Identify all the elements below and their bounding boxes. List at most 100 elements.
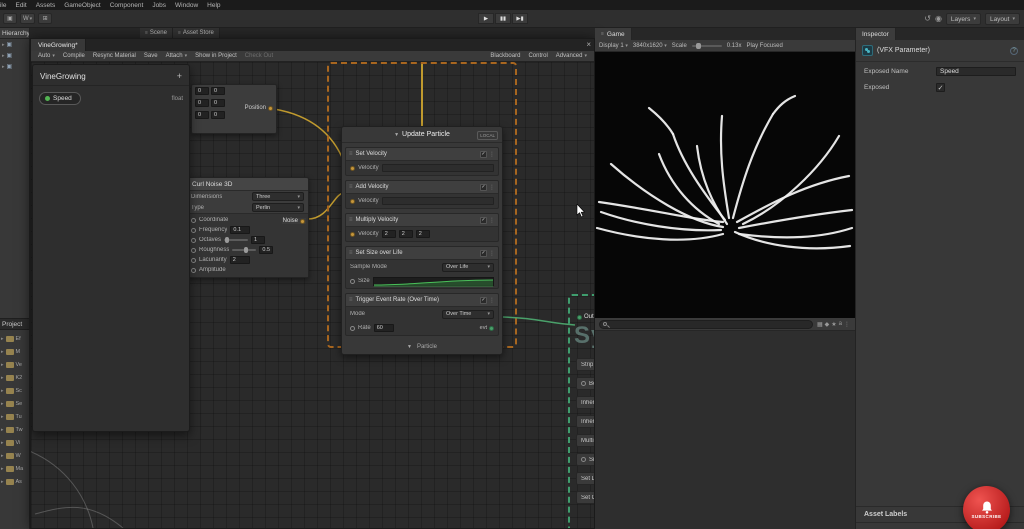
hierarchy-item[interactable]: ▸▣ <box>0 39 29 50</box>
display-dropdown[interactable]: Display 1 ▾ <box>599 43 628 49</box>
particle-flow-anchor[interactable]: ▼ Particle <box>342 340 502 354</box>
slider-roughness[interactable] <box>232 249 256 251</box>
close-icon[interactable]: × <box>586 40 591 49</box>
number-field[interactable]: 2 <box>416 230 430 238</box>
vfx-block-set-velocity[interactable]: ≡Set Velocity✓⋮Velocity <box>345 147 499 176</box>
vfx-block-add-velocity[interactable]: ≡Add Velocity✓⋮Velocity <box>345 180 499 209</box>
play-button[interactable]: ▶ <box>478 13 494 24</box>
browser-icon-1[interactable]: ◆ <box>824 321 831 328</box>
step-button[interactable]: ▶▮ <box>512 13 528 24</box>
project-folder[interactable]: ▸Ma <box>0 462 29 475</box>
input-port-icon[interactable] <box>350 279 355 284</box>
block-header[interactable]: ≡Multiply Velocity✓⋮ <box>346 214 498 227</box>
output-context-flow-port[interactable]: Out <box>577 314 594 320</box>
vfx-toolbar-blackboard[interactable]: Blackboard <box>486 51 524 62</box>
tab-asset-store[interactable]: ≡Asset Store <box>173 28 220 38</box>
play-mode-dropdown[interactable]: Play Focused <box>746 43 782 49</box>
hand-tool-button[interactable]: ▣ <box>3 13 17 24</box>
block-enabled-checkbox[interactable]: ✓ <box>480 297 487 304</box>
position-output-port[interactable]: Position <box>245 105 273 111</box>
more-icon[interactable]: ⋮ <box>489 297 495 304</box>
exposed-name-input[interactable]: Speed <box>936 67 1016 76</box>
vfx-toolbar-advanced[interactable]: Advanced▾ <box>552 51 591 62</box>
block-row[interactable]: Inherit So <box>576 415 595 428</box>
tab-hierarchy[interactable]: Hierarchy <box>0 28 29 39</box>
number-field[interactable]: 0 <box>211 99 225 107</box>
project-folder[interactable]: ▸As <box>0 475 29 488</box>
input-port-icon[interactable] <box>191 248 196 253</box>
browser-icon-4[interactable]: ⋮ <box>843 321 851 328</box>
input-port-icon[interactable] <box>350 199 355 204</box>
subscribe-button[interactable]: SUBSCRIBE <box>963 486 1010 529</box>
block-row[interactable]: Size <box>576 453 595 466</box>
block-header[interactable]: ≡Set Velocity✓⋮ <box>346 148 498 161</box>
block-header[interactable]: ≡Set Size over Life✓⋮ <box>346 247 498 260</box>
menu-jobs[interactable]: Jobs <box>152 2 166 9</box>
vfx-toolbar-control[interactable]: Control <box>524 51 551 62</box>
input-port-icon[interactable] <box>350 232 355 237</box>
project-folder[interactable]: ▸M <box>0 345 29 358</box>
curl-noise-node[interactable]: Curl Noise 3D DimensionsThree▾TypePerlin… <box>186 177 309 278</box>
block-header[interactable]: ≡Add Velocity✓⋮ <box>346 181 498 194</box>
vfx-block-trigger-event-rate-over-time[interactable]: ≡Trigger Event Rate (Over Time)✓⋮ModeOve… <box>345 293 499 336</box>
slider-knob[interactable] <box>244 247 248 253</box>
layers-dropdown[interactable]: Layers▾ <box>946 13 981 25</box>
menu-window[interactable]: Window <box>175 2 198 9</box>
block-row[interactable]: Set Color <box>576 491 595 504</box>
menu-gameobject[interactable]: GameObject <box>64 2 101 9</box>
input-port-icon[interactable] <box>350 326 355 331</box>
number-field[interactable]: 0 <box>211 111 225 119</box>
scale-slider-knob[interactable] <box>696 43 701 49</box>
output-port-icon[interactable] <box>300 219 305 224</box>
input-port-icon[interactable] <box>191 238 196 243</box>
input-port-icon[interactable] <box>191 258 196 263</box>
input-port-icon[interactable] <box>350 166 355 171</box>
project-folder[interactable]: ▸Ve <box>0 358 29 371</box>
vfx-toolbar-save[interactable]: Save <box>140 51 162 62</box>
menu-assets[interactable]: Assets <box>36 2 56 9</box>
number-field[interactable]: 1 <box>251 236 265 244</box>
vfx-toolbar-resync-material[interactable]: Resync Material <box>89 51 140 62</box>
dropdown-sample-mode[interactable]: Over Life▾ <box>442 263 494 272</box>
project-folder[interactable]: ▸Ef <box>0 332 29 345</box>
number-field[interactable]: 0 <box>195 99 209 107</box>
history-icon[interactable]: ↺ <box>924 14 931 24</box>
value-field[interactable] <box>382 197 494 205</box>
vfx-toolbar-check-out[interactable]: Check Out <box>241 51 277 62</box>
scale-slider[interactable] <box>692 45 722 47</box>
output-port-icon[interactable] <box>268 106 273 111</box>
project-folder[interactable]: ▸W <box>0 449 29 462</box>
output-port-icon[interactable] <box>489 326 494 331</box>
search-input[interactable] <box>599 320 813 329</box>
menu-help[interactable]: Help <box>207 2 220 9</box>
value-field[interactable] <box>382 164 494 172</box>
input-port-icon[interactable] <box>191 218 196 223</box>
menu-edit[interactable]: Edit <box>15 2 26 9</box>
dropdown-dimensions[interactable]: Three▾ <box>252 192 304 201</box>
position-node[interactable]: 000000 Position <box>191 84 277 134</box>
project-folder[interactable]: ▸Vi <box>0 436 29 449</box>
exposed-checkbox[interactable]: ✓ <box>936 83 945 92</box>
more-icon[interactable]: ⋮ <box>489 184 495 191</box>
flow-port-icon[interactable] <box>577 315 582 320</box>
vfx-block-set-size-over-life[interactable]: ≡Set Size over Life✓⋮Sample ModeOver Lif… <box>345 246 499 289</box>
grid-tool-button[interactable]: ⊞ <box>38 13 52 24</box>
project-folder[interactable]: ▸Tu <box>0 410 29 423</box>
project-folder[interactable]: ▸K2 <box>0 371 29 384</box>
layout-dropdown[interactable]: Layout▾ <box>985 13 1020 25</box>
number-field[interactable]: 0 <box>195 111 209 119</box>
number-field[interactable]: 2 <box>399 230 413 238</box>
number-field[interactable]: 0.1 <box>230 226 250 234</box>
pivot-dropdown[interactable]: W▾ <box>20 13 35 24</box>
vfx-toolbar-compile[interactable]: Compile <box>59 51 89 62</box>
number-field[interactable]: 0 <box>211 87 225 95</box>
block-row[interactable]: Set Lifetim <box>576 472 595 485</box>
menu-file[interactable]: File <box>0 2 6 9</box>
add-parameter-button[interactable]: + <box>177 71 182 81</box>
update-particle-context[interactable]: ▼ Update Particle LOCAL ≡Set Velocity✓⋮V… <box>341 126 503 355</box>
number-field[interactable]: 0.5 <box>259 246 273 254</box>
vfx-graph-canvas[interactable]: Out System StripBoundsInherit SoInherit … <box>31 62 595 529</box>
tab-game[interactable]: ≡Game <box>595 28 632 40</box>
slider-knob[interactable] <box>225 237 229 243</box>
block-enabled-checkbox[interactable]: ✓ <box>480 217 487 224</box>
